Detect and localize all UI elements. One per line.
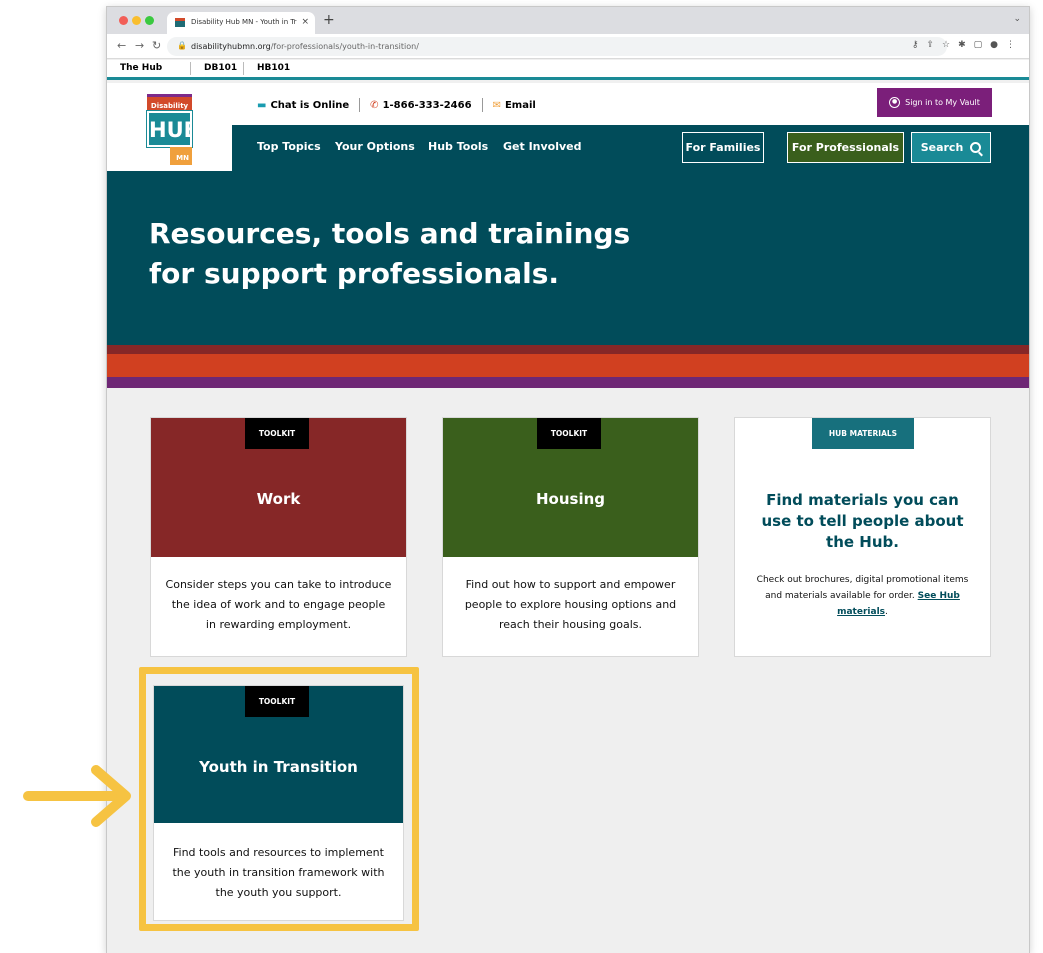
logo-disability-text: Disability xyxy=(147,94,192,111)
site-switcher: The Hub DB101 HB101 xyxy=(107,60,1029,80)
card-header: TOOLKIT Work xyxy=(151,418,406,557)
card-tag: TOOLKIT xyxy=(245,418,309,449)
phone-link[interactable]: ✆ 1-866-333-2466 xyxy=(370,100,471,111)
chat-bubble-icon: ▬ xyxy=(257,99,267,111)
tab-bar: Disability Hub MN - Youth in Tr × + ⌄ xyxy=(107,7,1029,34)
divider xyxy=(243,62,244,75)
for-professionals-button[interactable]: For Professionals xyxy=(787,132,904,163)
divider xyxy=(190,62,191,75)
vault-label: Sign in to My Vault xyxy=(905,98,980,107)
logo-mn-text: MN xyxy=(170,147,192,165)
reload-icon[interactable]: ↻ xyxy=(152,39,161,52)
for-families-button[interactable]: For Families xyxy=(682,132,764,163)
search-label: Search xyxy=(920,141,964,154)
card-description-period: . xyxy=(885,607,888,617)
phone-label: 1-866-333-2466 xyxy=(382,99,472,111)
disability-hub-logo[interactable]: Disability HUB MN xyxy=(146,94,200,166)
address-bar-row: ← → ↻ 🔒 disabilityhubmn.org/for-professi… xyxy=(107,34,1029,59)
card-tag: TOOLKIT xyxy=(537,418,601,449)
divider xyxy=(481,98,483,112)
back-arrow-icon[interactable]: ← xyxy=(117,39,126,52)
card-description: Consider steps you can take to introduce… xyxy=(165,578,392,631)
site-link-db101[interactable]: DB101 xyxy=(204,63,237,73)
card-title: Housing xyxy=(535,490,606,508)
pointer-arrow-icon xyxy=(23,765,131,827)
card-housing[interactable]: TOOLKIT Housing Find out how to support … xyxy=(442,417,699,657)
url-path: /for-professionals/youth-in-transition/ xyxy=(270,42,419,51)
site-header: Disability HUB MN ▬ Chat is Online ✆ 1-8… xyxy=(107,83,1029,171)
envelope-icon: ✉ xyxy=(492,99,501,111)
card-tag: HUB MATERIALS xyxy=(812,418,914,449)
hero-banner: Resources, tools and trainings for suppo… xyxy=(107,171,1029,345)
decorative-stripe xyxy=(107,354,1029,377)
hero-title: Resources, tools and trainings for suppo… xyxy=(149,214,669,294)
nav-hub-tools[interactable]: Hub Tools xyxy=(428,140,488,153)
nav-your-options[interactable]: Your Options xyxy=(335,140,415,153)
decorative-stripe xyxy=(107,345,1029,354)
new-tab-button[interactable]: + xyxy=(323,12,335,28)
lock-icon: 🔒 xyxy=(177,41,187,50)
browser-tab[interactable]: Disability Hub MN - Youth in Tr × xyxy=(167,12,315,34)
nav-get-involved[interactable]: Get Involved xyxy=(503,140,582,153)
url-domain: disabilityhubmn.org xyxy=(191,42,271,51)
sign-in-vault-button[interactable]: ● Sign in to My Vault xyxy=(877,88,992,117)
site-link-hb101[interactable]: HB101 xyxy=(257,63,290,73)
search-button[interactable]: Search xyxy=(911,132,991,163)
chat-link[interactable]: ▬ Chat is Online xyxy=(257,100,349,111)
chat-label: Chat is Online xyxy=(270,99,350,111)
logo-hub-text: HUB xyxy=(146,110,200,148)
tab-close-icon[interactable]: × xyxy=(301,17,309,27)
favicon-icon xyxy=(175,18,185,27)
hero-title-line1: Resources, tools and trainings xyxy=(149,217,631,250)
highlight-frame xyxy=(139,667,419,931)
maximize-window-button[interactable] xyxy=(145,16,154,25)
card-title: Find materials you can use to tell peopl… xyxy=(761,491,964,551)
phone-icon: ✆ xyxy=(370,99,379,111)
decorative-stripe xyxy=(107,377,1029,388)
url-field[interactable]: 🔒 disabilityhubmn.org/for-professionals/… xyxy=(167,37,947,56)
card-description: Check out brochures, digital promotional… xyxy=(753,572,972,620)
user-circle-icon: ● xyxy=(889,97,901,108)
divider xyxy=(359,98,361,112)
hero-title-line2: for support professionals. xyxy=(149,257,559,290)
card-work[interactable]: TOOLKIT Work Consider steps you can take… xyxy=(150,417,407,657)
search-icon xyxy=(970,142,982,153)
email-link[interactable]: ✉ Email xyxy=(493,100,536,111)
tab-search-chevron-icon[interactable]: ⌄ xyxy=(1013,14,1021,24)
card-description: Find out how to support and empower peop… xyxy=(464,578,677,631)
email-label: Email xyxy=(504,99,536,111)
nav-top-topics[interactable]: Top Topics xyxy=(257,140,321,153)
card-hub-materials[interactable]: HUB MATERIALS Find materials you can use… xyxy=(734,417,991,657)
card-header: TOOLKIT Housing xyxy=(443,418,698,557)
tab-title: Disability Hub MN - Youth in Tr xyxy=(191,18,297,26)
forward-arrow-icon[interactable]: → xyxy=(135,39,144,52)
toolbar-icons[interactable]: ⚷⇪☆✱▢●⋮ xyxy=(912,40,1023,50)
card-title: Work xyxy=(256,490,301,508)
close-window-button[interactable] xyxy=(119,16,128,25)
minimize-window-button[interactable] xyxy=(132,16,141,25)
main-navigation: Top Topics Your Options Hub Tools Get In… xyxy=(232,125,1029,171)
site-link-the-hub[interactable]: The Hub xyxy=(120,63,162,73)
utility-links: ▬ Chat is Online ✆ 1-866-333-2466 ✉ Emai… xyxy=(257,95,536,115)
